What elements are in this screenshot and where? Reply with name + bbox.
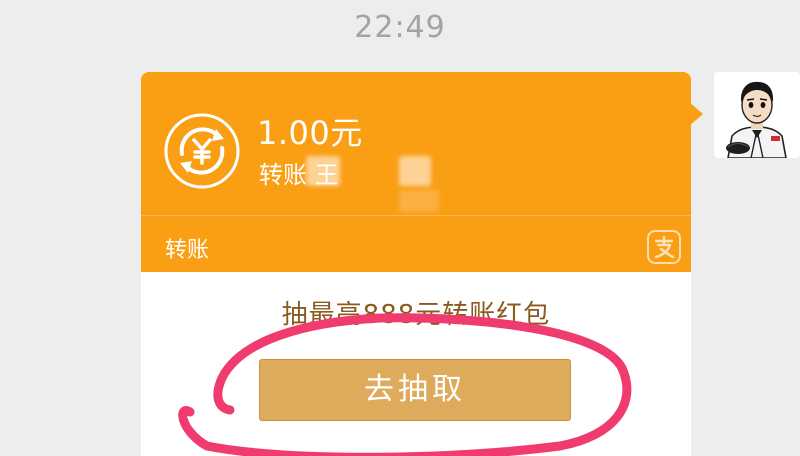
avatar[interactable] xyxy=(714,72,800,158)
draw-button[interactable]: 去抽取 xyxy=(259,359,571,421)
promo-section: 抽最高888元转账红包 去抽取 xyxy=(141,272,691,456)
redaction-blur xyxy=(399,156,431,186)
avatar-cartoon-image xyxy=(714,72,800,158)
card-divider xyxy=(141,215,691,216)
timestamp: 22:49 xyxy=(354,10,446,45)
redaction-blur xyxy=(399,190,439,212)
bubble-tail xyxy=(689,102,703,126)
redaction-blur xyxy=(306,156,340,186)
transfer-amount: 1.00元 xyxy=(257,114,363,152)
transfer-card-header[interactable]: 1.00元 转账 王 转账 xyxy=(141,72,691,272)
alipay-icon xyxy=(647,230,681,264)
transfer-type-label: 转账 xyxy=(165,238,210,263)
promo-text: 抽最高888元转账红包 xyxy=(281,300,551,330)
yuan-exchange-icon xyxy=(164,113,240,189)
transfer-message-bubble[interactable]: 1.00元 转账 王 转账 抽最高888元转账红包 去抽取 xyxy=(141,72,703,456)
